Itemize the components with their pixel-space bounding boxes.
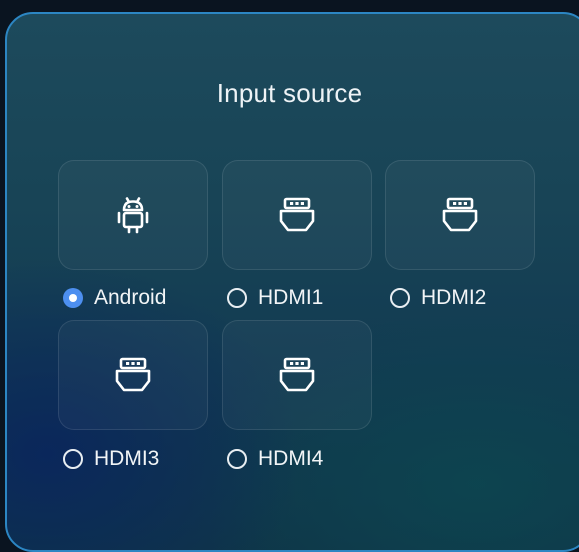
- hdmi-icon: [279, 357, 315, 392]
- source-tile-hdmi1[interactable]: [222, 160, 372, 270]
- source-option-hdmi4[interactable]: HDMI4: [227, 447, 323, 471]
- radio-hdmi3[interactable]: [63, 449, 83, 469]
- source-option-hdmi2[interactable]: HDMI2: [390, 286, 486, 310]
- source-tile-hdmi2[interactable]: [385, 160, 535, 270]
- dialog-title: Input source: [216, 78, 363, 108]
- android-icon: [117, 197, 149, 234]
- source-label-hdmi4: HDMI4: [258, 447, 324, 470]
- radio-hdmi2[interactable]: [390, 288, 410, 308]
- source-tile-hdmi3[interactable]: [58, 320, 208, 430]
- source-label-hdmi1: HDMI1: [258, 286, 324, 309]
- hdmi-icon: [279, 197, 315, 232]
- source-option-hdmi1[interactable]: HDMI1: [227, 286, 323, 310]
- radio-hdmi1[interactable]: [227, 288, 247, 308]
- source-option-hdmi3[interactable]: HDMI3: [63, 447, 159, 471]
- hdmi-icon: [442, 197, 478, 232]
- source-tile-android[interactable]: [58, 160, 208, 270]
- source-option-android[interactable]: Android: [63, 286, 166, 310]
- source-label-hdmi3: HDMI3: [94, 447, 160, 470]
- source-label-hdmi2: HDMI2: [421, 286, 487, 309]
- hdmi-icon: [115, 357, 151, 392]
- source-label-android: Android: [94, 286, 167, 309]
- radio-hdmi4[interactable]: [227, 449, 247, 469]
- radio-android[interactable]: [63, 288, 83, 308]
- source-tile-hdmi4[interactable]: [222, 320, 372, 430]
